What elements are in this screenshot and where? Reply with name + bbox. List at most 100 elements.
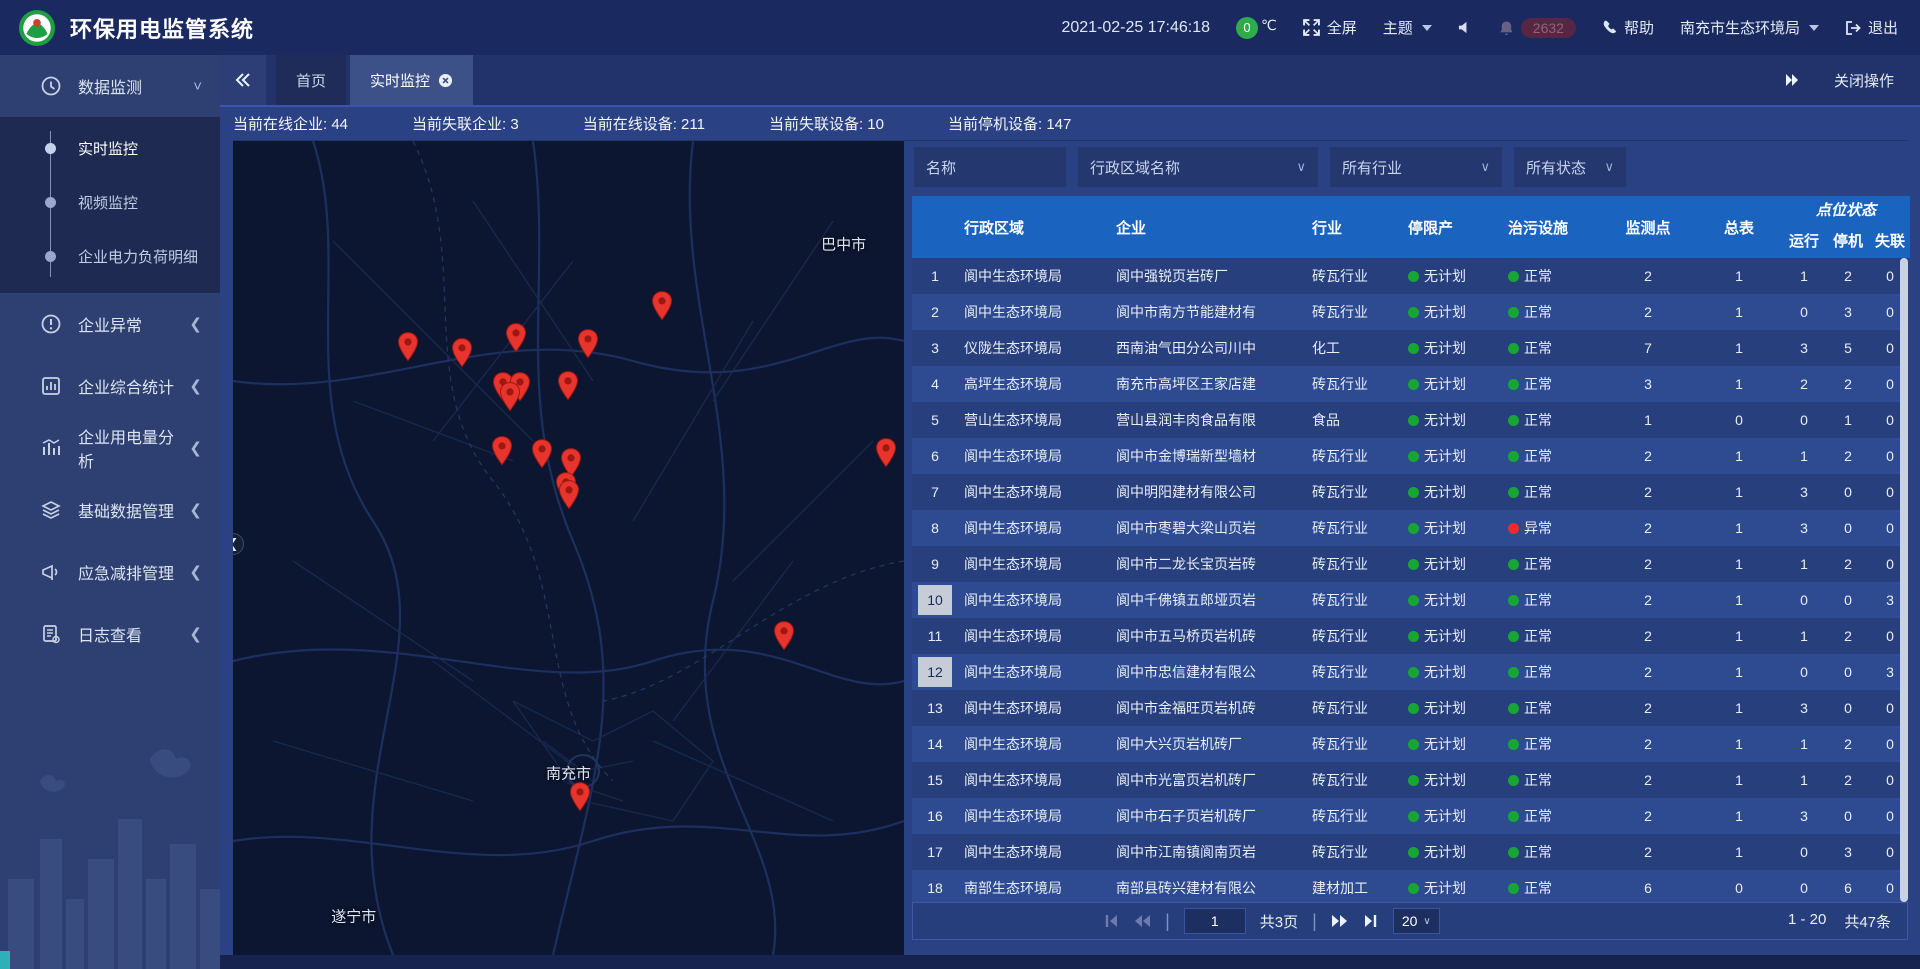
name-search-input[interactable]: 名称 (914, 147, 1066, 187)
sidebar-group-企业异常[interactable]: 企业异常❮ (0, 293, 220, 355)
close-operations-button[interactable]: 关闭操作 (1834, 70, 1894, 91)
status-dot-icon (1508, 667, 1519, 678)
enterprise-table: 行政区域 企业 行业 停限产 治污设施 监测点 总表 点位状态 (912, 196, 1910, 258)
map-marker[interactable] (491, 435, 513, 465)
status-dot-icon (1508, 271, 1519, 282)
tabs-container: 首页实时监控 (266, 55, 473, 105)
table-row[interactable]: 13阆中生态环境局阆中市金福旺页岩机砖砖瓦行业无计划正常21300 (912, 690, 1908, 726)
table-row[interactable]: 12阆中生态环境局阆中市忠信建材有限公砖瓦行业无计划正常21003 (912, 654, 1908, 690)
next-page-button[interactable] (1331, 914, 1349, 928)
table-row[interactable]: 3仪陇生态环境局西南油气田分公司川中化工无计划正常71350 (912, 330, 1908, 366)
table-row[interactable]: 10阆中生态环境局阆中千佛镇五郎垭页岩砖瓦行业无计划正常21003 (912, 582, 1908, 618)
notifications[interactable]: 2632 (1499, 18, 1576, 38)
cell-no: 14 (912, 726, 958, 762)
last-page-button[interactable] (1363, 914, 1379, 928)
pagination-bar: | 共3页 | (912, 902, 1908, 940)
table-row[interactable]: 15阆中生态环境局阆中市光富页岩机砖厂砖瓦行业无计划正常21120 (912, 762, 1908, 798)
map-marker[interactable] (397, 332, 419, 362)
col-company: 企业 (1110, 196, 1306, 258)
sidebar-item-视频监控[interactable]: 视频监控 (0, 175, 220, 229)
status-dot-icon (1508, 631, 1519, 642)
cell-limit: 无计划 (1402, 510, 1502, 546)
map-marker[interactable] (557, 370, 579, 400)
table-row[interactable]: 1阆中生态环境局阆中强锐页岩砖厂砖瓦行业无计划正常21120 (912, 258, 1908, 294)
table-row[interactable]: 9阆中生态环境局阆中市二龙长宝页岩砖砖瓦行业无计划正常21120 (912, 546, 1908, 582)
org-dropdown[interactable]: 南充市生态环境局 (1680, 17, 1819, 38)
tab-首页[interactable]: 首页 (276, 55, 346, 105)
status-dot-icon (1408, 559, 1419, 570)
logout-button[interactable]: 退出 (1845, 17, 1898, 38)
table-row[interactable]: 4高坪生态环境局南充市高坪区王家店建砖瓦行业无计划正常31220 (912, 366, 1908, 402)
table-row[interactable]: 7阆中生态环境局阆中明阳建材有限公司砖瓦行业无计划正常21300 (912, 474, 1908, 510)
map-marker[interactable] (773, 621, 795, 651)
sidebar-item-实时监控[interactable]: 实时监控 (0, 121, 220, 175)
page-size-select[interactable]: 20 ∨ (1393, 908, 1440, 934)
table-row[interactable]: 5营山生态环境局营山县润丰肉食品有限食品无计划正常10010 (912, 402, 1908, 438)
cell-meters: 1 (1696, 690, 1782, 726)
notification-count-badge: 2632 (1521, 18, 1576, 38)
col-meters: 总表 (1696, 196, 1782, 258)
app-root: 环保用电监管系统 2021-02-25 17:46:18 0 ℃ 全屏 主题 (0, 0, 1920, 969)
close-icon[interactable] (438, 73, 453, 88)
map-marker[interactable] (577, 329, 599, 359)
table-row[interactable]: 14阆中生态环境局阆中大兴页岩机砖厂砖瓦行业无计划正常21120 (912, 726, 1908, 762)
sidebar-group-基础数据管理[interactable]: 基础数据管理❮ (0, 479, 220, 541)
theme-dropdown[interactable]: 主题 (1383, 17, 1432, 38)
table-row[interactable]: 11阆中生态环境局阆中市五马桥页岩机砖砖瓦行业无计划正常21120 (912, 618, 1908, 654)
cell-company: 阆中市五马桥页岩机砖 (1110, 618, 1306, 654)
table-row[interactable]: 6阆中生态环境局阆中市金博瑞新型墙材砖瓦行业无计划正常21120 (912, 438, 1908, 474)
cell-no: 13 (912, 690, 958, 726)
cell-industry: 砖瓦行业 (1306, 582, 1402, 618)
map-canvas[interactable]: 巴中市南充市遂宁市 ❮ (233, 141, 904, 955)
map-marker[interactable] (531, 439, 553, 469)
cell-meters: 1 (1696, 798, 1782, 834)
map-marker[interactable] (875, 438, 897, 468)
map-marker[interactable] (505, 323, 527, 353)
status-dot-icon (1408, 451, 1419, 462)
sidebar-group-数据监测[interactable]: 数据监测˅ (0, 55, 220, 117)
help-button[interactable]: 帮助 (1602, 17, 1654, 38)
sidebar-group-label: 企业异常 (78, 312, 142, 336)
sidebar-group-企业综合统计[interactable]: 企业综合统计❮ (0, 355, 220, 417)
sidebar-group-label: 企业用电量分析 (78, 424, 189, 472)
tab-实时监控[interactable]: 实时监控 (350, 55, 473, 105)
status-select[interactable]: 所有状态 ∨ (1514, 147, 1626, 187)
sidebar-group-企业用电量分析[interactable]: 企业用电量分析❮ (0, 417, 220, 479)
table-scrollbar[interactable] (1900, 258, 1908, 902)
cell-points: 2 (1600, 258, 1696, 294)
cell-stopped: 2 (1826, 618, 1870, 654)
page-number-input[interactable] (1184, 908, 1246, 934)
status-dot-icon (1508, 451, 1519, 462)
cell-running: 3 (1782, 330, 1826, 366)
sidebar-item-企业电力负荷明细[interactable]: 企业电力负荷明细 (0, 229, 220, 283)
sidebar-group-应急减排管理[interactable]: 应急减排管理❮ (0, 541, 220, 603)
map-marker[interactable] (569, 781, 591, 811)
prev-page-button[interactable] (1133, 914, 1151, 928)
map-marker[interactable] (651, 290, 673, 320)
cell-running: 0 (1782, 834, 1826, 870)
sidebar-group-日志查看[interactable]: 日志查看❮ (0, 603, 220, 665)
table-row[interactable]: 17阆中生态环境局阆中市江南镇阆南页岩砖瓦行业无计划正常21030 (912, 834, 1908, 870)
cell-company: 阆中明阳建材有限公司 (1110, 474, 1306, 510)
table-row[interactable]: 18南部生态环境局南部县砖兴建材有限公建材加工无计划正常60060 (912, 870, 1908, 902)
fullscreen-button[interactable]: 全屏 (1303, 17, 1357, 38)
region-select[interactable]: 行政区域名称 ∨ (1078, 147, 1318, 187)
first-page-button[interactable] (1103, 914, 1119, 928)
status-dot-icon (1508, 811, 1519, 822)
cell-region: 阆中生态环境局 (958, 510, 1110, 546)
map-marker[interactable] (499, 382, 521, 412)
double-chevron-right-icon[interactable] (1784, 73, 1800, 87)
cell-limit: 无计划 (1402, 366, 1502, 402)
cell-industry: 砖瓦行业 (1306, 654, 1402, 690)
tabs-scroll-left-button[interactable] (220, 55, 266, 105)
map-marker[interactable] (451, 338, 473, 368)
cell-no: 18 (912, 870, 958, 902)
table-row[interactable]: 2阆中生态环境局阆中市南方节能建材有砖瓦行业无计划正常21030 (912, 294, 1908, 330)
sound-toggle[interactable] (1458, 20, 1473, 35)
temperature-unit: ℃ (1261, 17, 1277, 34)
table-row[interactable]: 8阆中生态环境局阆中市枣碧大梁山页岩砖瓦行业无计划异常21300 (912, 510, 1908, 546)
table-row[interactable]: 16阆中生态环境局阆中市石子页岩机砖厂砖瓦行业无计划正常21300 (912, 798, 1908, 834)
map-marker[interactable] (558, 479, 580, 509)
industry-select[interactable]: 所有行业 ∨ (1330, 147, 1502, 187)
cell-meters: 1 (1696, 834, 1782, 870)
